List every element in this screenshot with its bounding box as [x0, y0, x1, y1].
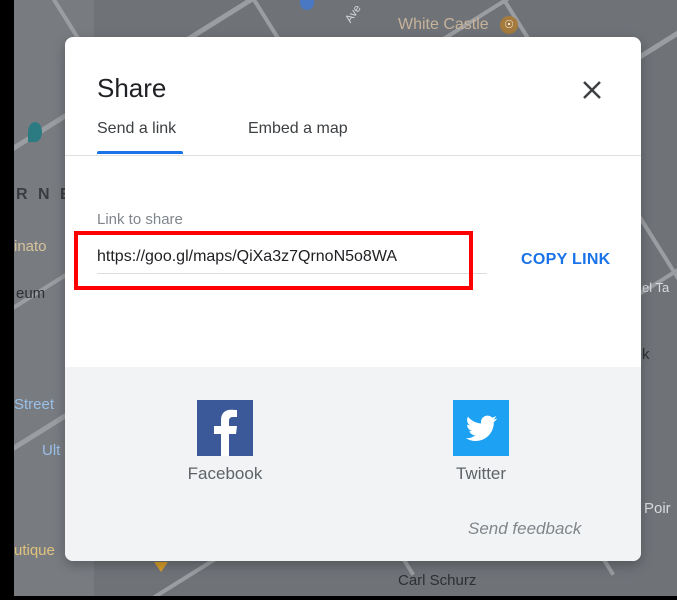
map-label-poir: Poir: [644, 500, 671, 517]
twitter-label: Twitter: [455, 464, 507, 483]
copy-link-button[interactable]: COPY LINK: [521, 251, 611, 269]
map-label-inato: inato: [14, 238, 47, 255]
facebook-icon: [197, 400, 253, 456]
close-button[interactable]: [577, 75, 607, 105]
map-label-street: Street: [14, 396, 55, 413]
twitter-share-button[interactable]: Twitter: [431, 400, 531, 484]
share-dialog: Share Send a link Embed a map Link to sh…: [65, 37, 641, 561]
tab-label: Send a link: [97, 120, 177, 137]
social-share-panel: Facebook Twitter Send feedback: [65, 367, 641, 561]
tab-embed-map[interactable]: Embed a map: [248, 119, 368, 153]
link-label: Link to share: [97, 211, 183, 228]
twitter-icon: [453, 400, 509, 456]
share-link-field[interactable]: [97, 241, 487, 274]
map-label-eum: eum: [16, 285, 46, 302]
facebook-share-button[interactable]: Facebook: [175, 400, 275, 484]
map-label-carl-schurz: Carl Schurz: [398, 572, 477, 589]
share-tabs: Send a link Embed a map: [65, 119, 641, 156]
map-label-k: k: [642, 346, 650, 363]
map-label-ave: Ave: [343, 2, 364, 26]
facebook-label: Facebook: [187, 464, 263, 483]
close-icon: [583, 81, 601, 99]
map-pin-icon[interactable]: [300, 0, 314, 10]
map-pin-icon[interactable]: [28, 122, 42, 142]
map-label-el-ta: el Ta: [642, 280, 670, 295]
tab-label: Embed a map: [248, 120, 348, 137]
restaurant-icon[interactable]: ☉: [500, 16, 518, 34]
map-label-ult: Ult: [42, 442, 61, 459]
tab-send-link[interactable]: Send a link: [97, 119, 183, 154]
map-pin-icon[interactable]: [154, 562, 168, 572]
send-feedback-link[interactable]: Send feedback: [468, 519, 581, 539]
map-label-white-castle[interactable]: White Castle: [398, 16, 489, 34]
map-label-utique: utique: [14, 542, 55, 559]
dialog-title: Share: [97, 73, 167, 103]
